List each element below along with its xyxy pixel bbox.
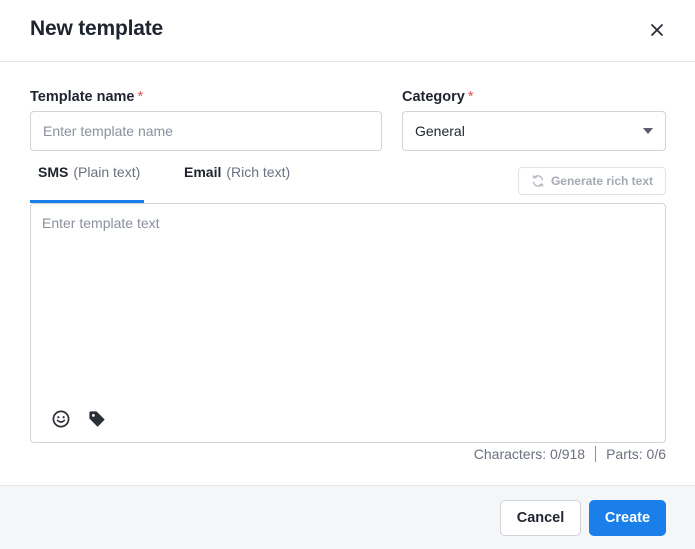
required-mark: * bbox=[467, 89, 474, 105]
emoji-icon[interactable] bbox=[51, 409, 71, 429]
template-name-label: Template name * bbox=[30, 89, 143, 105]
characters-count: Characters: 0/918 bbox=[473, 446, 586, 462]
category-label-text: Category bbox=[402, 89, 465, 105]
category-select[interactable]: General bbox=[402, 111, 666, 151]
generate-rich-text-button[interactable]: Generate rich text bbox=[518, 167, 666, 195]
category-selected-value: General bbox=[415, 123, 465, 139]
tab-sms-label: SMS bbox=[38, 164, 69, 180]
dialog-title: New template bbox=[30, 17, 163, 40]
new-template-dialog: New template Template name* Category* Ge… bbox=[0, 0, 695, 549]
parts-count: Parts: 0/6 bbox=[606, 446, 666, 462]
template-text-editor bbox=[30, 203, 666, 443]
tab-email-label: Email bbox=[184, 164, 222, 180]
template-name-label-text: Template name bbox=[30, 89, 135, 105]
cancel-button[interactable]: Cancel bbox=[500, 500, 581, 536]
tab-sms[interactable]: SMS (Plain text) bbox=[30, 164, 144, 203]
category-label: Category * bbox=[402, 89, 474, 105]
close-icon[interactable] bbox=[645, 18, 669, 42]
character-counter: Characters: 0/918 Parts: 0/6 bbox=[474, 446, 666, 462]
tab-sms-sublabel: (Plain text) bbox=[73, 164, 141, 180]
refresh-icon bbox=[532, 175, 544, 187]
tag-icon[interactable] bbox=[87, 409, 107, 429]
tab-email[interactable]: Email (Rich text) bbox=[184, 164, 290, 203]
dialog-footer: Cancel Create bbox=[0, 485, 695, 549]
dialog-header: New template bbox=[0, 0, 695, 62]
template-text-input[interactable] bbox=[31, 204, 665, 394]
tab-email-sublabel: (Rich text) bbox=[226, 164, 291, 180]
create-button[interactable]: Create bbox=[589, 500, 666, 536]
caret-down-icon bbox=[643, 128, 653, 134]
counter-divider bbox=[595, 446, 597, 462]
generate-rich-text-label: Generate rich text bbox=[550, 174, 654, 188]
template-name-input[interactable] bbox=[30, 111, 382, 151]
required-mark: * bbox=[137, 89, 144, 105]
